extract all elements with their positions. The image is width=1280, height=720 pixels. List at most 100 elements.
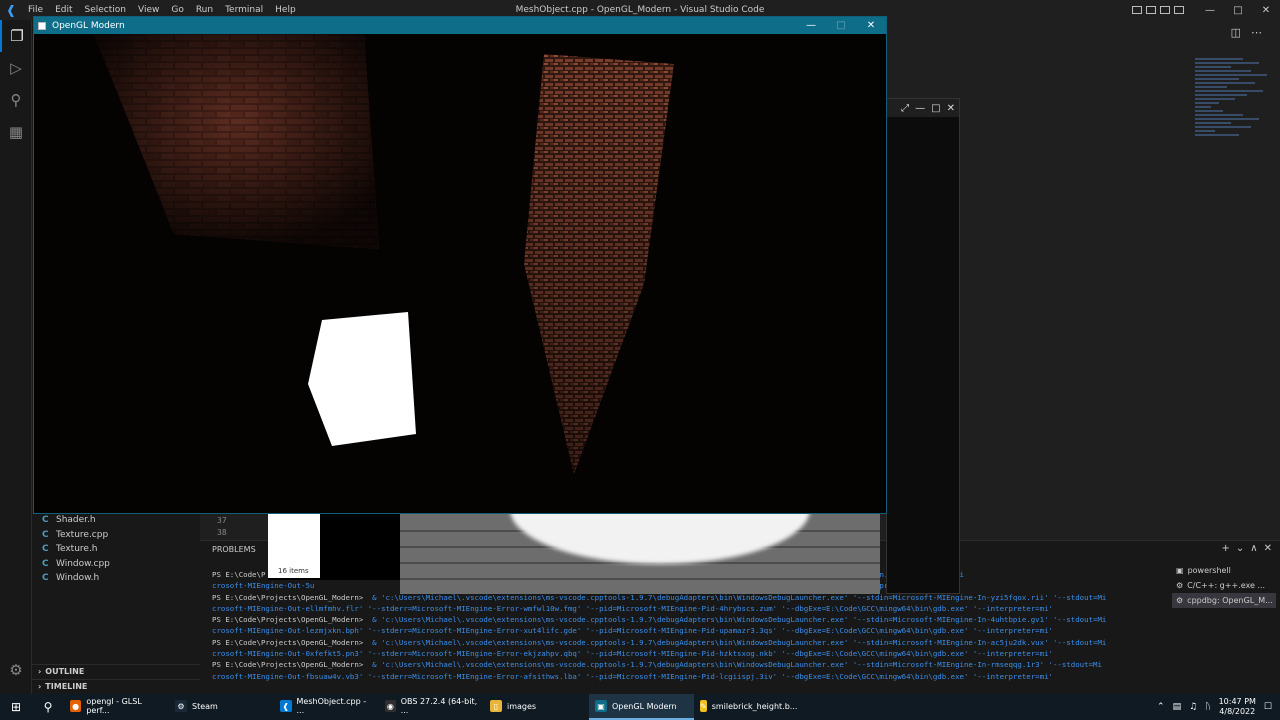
- opengl-viewport[interactable]: [34, 34, 886, 513]
- console-titlebar: ⤢ — □ ✕: [887, 99, 959, 117]
- gear-icon[interactable]: ⚙: [0, 654, 32, 686]
- terminal-command: crosoft-MIEngine-Out-lezmjxkn.bph' '--st…: [212, 626, 1053, 636]
- terminal-item-label: powershell: [1187, 566, 1231, 575]
- search-icon[interactable]: ⚲: [32, 694, 64, 720]
- minimap[interactable]: [1195, 58, 1275, 208]
- terminal-command: & 'c:\Users\Michael\.vscode\extensions\m…: [367, 660, 1102, 670]
- taskbar-app-label: Steam: [192, 701, 218, 711]
- terminal-command: crosoft-MIEngine-Out-0xfefkt5.pn3' '--st…: [212, 649, 1053, 659]
- tools-icon: ⚙: [1176, 581, 1184, 590]
- windows-start-icon[interactable]: ⊞: [0, 694, 32, 720]
- minimize-icon[interactable]: —: [915, 103, 925, 114]
- close-icon[interactable]: ✕: [1252, 0, 1280, 20]
- taskbar-app[interactable]: ◉ OBS 27.2.4 (64-bit, ...: [379, 694, 484, 720]
- firefox-icon: ●: [70, 700, 82, 712]
- chevron-right-icon: ›: [38, 682, 42, 691]
- terminal-prompt: PS E:\Code\Projects\OpenGL_Modern>: [212, 660, 368, 670]
- network-icon[interactable]: ▤: [1173, 702, 1182, 712]
- file-item[interactable]: C Texture.cpp: [42, 528, 108, 542]
- terminal-line: crosoft-MIEngine-Out-fbsuaw4v.vb3' '--st…: [212, 671, 1162, 682]
- opengl-window[interactable]: OpenGL Modern — □ ✕: [33, 16, 887, 514]
- c-file-icon: C: [42, 573, 49, 583]
- c-file-icon: C: [42, 530, 49, 540]
- system-tray: ⌃ ▤ ♫ ᚢ 10:47 PM 4/8/2022 ☐: [1157, 694, 1272, 720]
- terminal-command: & 'c:\Users\Michael\.vscode\extensions\m…: [367, 615, 1107, 625]
- taskbar-app[interactable]: ● opengl - GLSL perf...: [64, 694, 169, 720]
- file-item[interactable]: C Window.cpp: [42, 557, 110, 571]
- vscode-icon: ❰: [280, 700, 292, 712]
- editor-actions: ◫ ⋯: [1231, 26, 1262, 39]
- close-icon[interactable]: ✕: [947, 103, 955, 114]
- file-item[interactable]: C Texture.h: [42, 542, 98, 556]
- app-window-icon: [38, 21, 46, 30]
- c-file-icon: C: [42, 544, 49, 554]
- tab-problems[interactable]: PROBLEMS: [212, 545, 256, 554]
- more-actions-icon[interactable]: ⋯: [1251, 26, 1262, 39]
- search-icon[interactable]: ⚲: [0, 84, 32, 116]
- terminal-item-label: C/C++: g++.exe ...: [1187, 581, 1266, 590]
- toggle-sidebar-icon[interactable]: [1132, 6, 1142, 14]
- console-window[interactable]: ⤢ — □ ✕: [886, 98, 960, 594]
- file-name: Texture.h: [56, 544, 98, 554]
- timeline-section[interactable]: › TIMELINE: [32, 679, 200, 693]
- obs-icon: ◉: [385, 700, 396, 712]
- vscode-window-controls: — □ ✕: [1196, 0, 1280, 20]
- minimize-icon[interactable]: —: [796, 17, 826, 34]
- terminal-command: & 'c:\Users\Michael\.vscode\extensions\m…: [367, 637, 1107, 647]
- paint-icon: ✎: [700, 700, 707, 712]
- minimize-icon[interactable]: —: [1196, 0, 1224, 20]
- timeline-label: TIMELINE: [45, 682, 88, 691]
- terminal-command: crosoft-MIEngine-Out-ellmfmhv.flr' '--st…: [212, 603, 1053, 613]
- line-number: 37: [217, 516, 227, 525]
- taskbar-app[interactable]: ⚙ Steam: [169, 694, 274, 720]
- new-terminal-icon[interactable]: +: [1222, 543, 1230, 554]
- taskbar-app-label: opengl - GLSL perf...: [86, 697, 142, 715]
- terminal-item-debug[interactable]: ⚙ cppdbg: OpenGL_M...: [1172, 593, 1276, 608]
- activity-bar: ❐ ▷ ⚲ ▦ ⚙: [0, 20, 32, 694]
- clock-date: 4/8/2022: [1219, 707, 1256, 716]
- terminal-line: PS E:\Code\Projects\OpenGL_Modern> & 'c:…: [212, 659, 1162, 670]
- kill-terminal-icon[interactable]: ∧: [1250, 543, 1257, 554]
- panel-actions: + ⌄ ∧ ✕: [1222, 543, 1273, 554]
- chevron-down-icon[interactable]: ⌄: [1236, 543, 1244, 554]
- terminal-prompt: PS E:\Code\Projects\OpenGL_Modern>: [212, 637, 368, 647]
- toggle-secondary-sidebar-icon[interactable]: [1160, 6, 1170, 14]
- customize-layout-icon[interactable]: [1174, 6, 1184, 14]
- notifications-icon[interactable]: ☐: [1264, 702, 1272, 712]
- taskbar-app-label: MeshObject.cpp - ...: [296, 697, 367, 715]
- extensions-icon[interactable]: ▦: [0, 116, 32, 148]
- file-explorer-window[interactable]: 16 items: [268, 514, 400, 580]
- terminal-list: ▣ powershell ⚙ C/C++: g++.exe ... ⚙ cppdbg:…: [1172, 563, 1276, 608]
- taskbar-app[interactable]: ▯ images: [484, 694, 589, 720]
- file-name: Window.cpp: [56, 559, 110, 569]
- terminal-prompt: PS E:\Code\Projects\OpenGL_Modern>: [212, 615, 368, 625]
- file-item[interactable]: C Window.h: [42, 571, 99, 585]
- expand-icon[interactable]: ⤢: [901, 103, 909, 114]
- steam-icon: ⚙: [175, 700, 187, 712]
- close-icon[interactable]: ✕: [856, 17, 886, 34]
- clock-time: 10:47 PM: [1218, 697, 1256, 706]
- chevron-up-icon[interactable]: ⌃: [1157, 702, 1165, 712]
- taskbar-app[interactable]: ✎ smilebrick_height.b...: [694, 694, 799, 720]
- terminal-line: crosoft-MIEngine-Out-ellmfmhv.flr' '--st…: [212, 603, 1162, 614]
- split-editor-icon[interactable]: ◫: [1231, 26, 1241, 39]
- file-item[interactable]: C Shader.h: [42, 513, 96, 527]
- c-file-icon: C: [42, 559, 49, 569]
- bluetooth-icon[interactable]: ᚢ: [1205, 702, 1210, 712]
- image-preview: [400, 514, 880, 594]
- terminal-item-powershell[interactable]: ▣ powershell: [1172, 563, 1276, 578]
- chevron-right-icon: ›: [38, 667, 42, 676]
- close-panel-icon[interactable]: ✕: [1264, 543, 1272, 554]
- volume-icon[interactable]: ♫: [1189, 702, 1197, 712]
- maximize-icon[interactable]: □: [1224, 0, 1252, 20]
- run-debug-icon[interactable]: ▷: [0, 52, 32, 84]
- outline-section[interactable]: › OUTLINE: [32, 664, 200, 678]
- toggle-panel-icon[interactable]: [1146, 6, 1156, 14]
- maximize-icon[interactable]: □: [826, 17, 856, 34]
- explorer-icon[interactable]: ❐: [0, 20, 32, 52]
- maximize-icon[interactable]: □: [931, 103, 940, 114]
- taskbar-app[interactable]: ▣ OpenGL Modern: [589, 694, 694, 720]
- taskbar-app[interactable]: ❰ MeshObject.cpp - ...: [274, 694, 379, 720]
- clock[interactable]: 10:47 PM 4/8/2022: [1219, 697, 1256, 717]
- terminal-item-build[interactable]: ⚙ C/C++: g++.exe ...: [1172, 578, 1276, 593]
